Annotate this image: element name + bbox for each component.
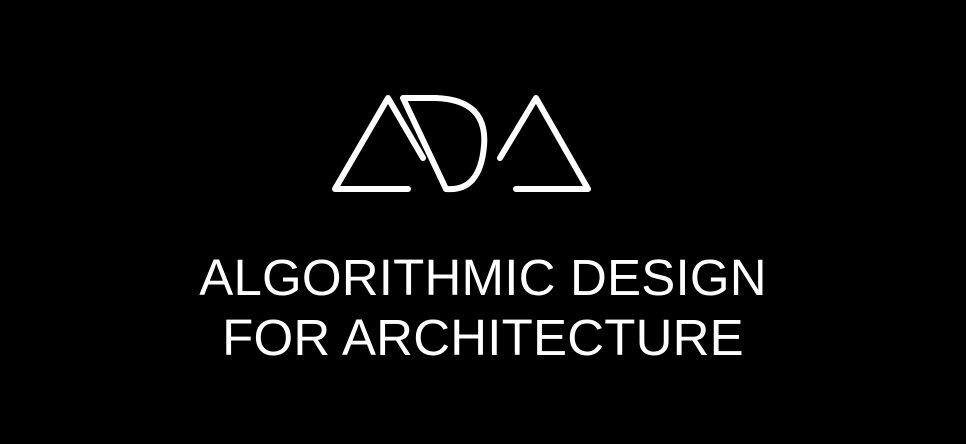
title-line-1: ALGORITHMIC DESIGN — [199, 249, 767, 306]
banner: ALGORITHMIC DESIGN FOR ARCHITECTURE — [0, 0, 966, 444]
title-line-2: FOR ARCHITECTURE — [222, 309, 744, 366]
page-title: ALGORITHMIC DESIGN FOR ARCHITECTURE — [0, 248, 966, 368]
logo-letter-a-right — [497, 95, 591, 192]
ada-logo-svg — [332, 95, 591, 193]
ada-logo-icon — [328, 88, 596, 200]
